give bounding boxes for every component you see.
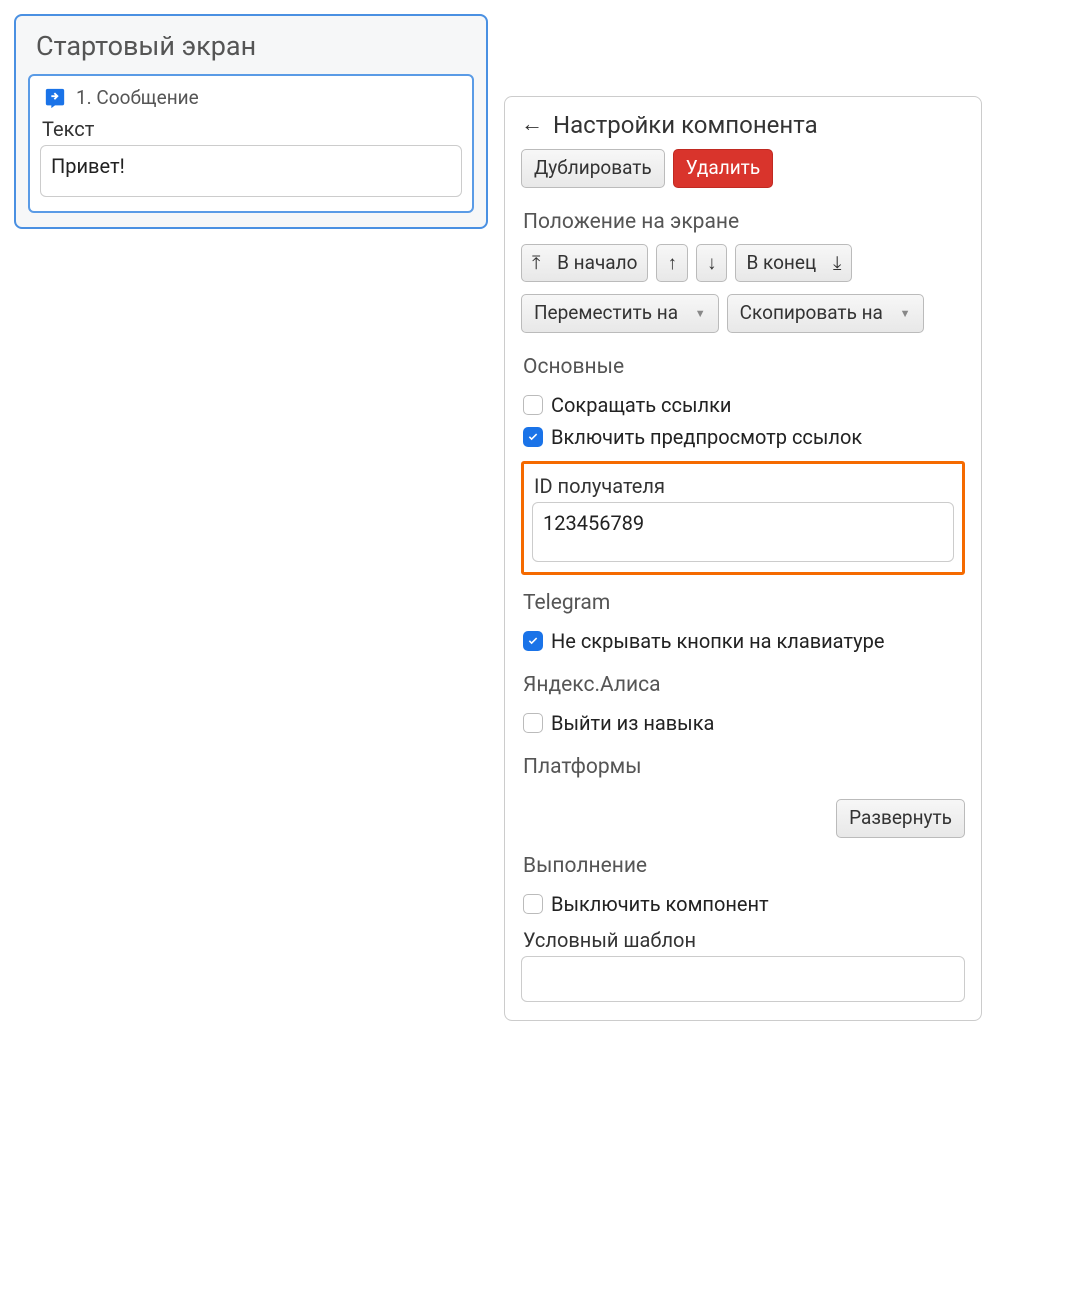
alice-exit-label: Выйти из навыка xyxy=(551,711,714,735)
enable-preview-option[interactable]: Включить предпросмотр ссылок xyxy=(521,421,965,453)
checkbox-checked-icon xyxy=(523,631,543,651)
move-down-button[interactable]: ↓ xyxy=(696,244,728,283)
component-label: 1. Сообщение xyxy=(76,86,199,109)
alice-heading: Яндекс.Алиса xyxy=(521,657,965,707)
text-field-label: Текст xyxy=(40,113,462,145)
template-label: Условный шаблон xyxy=(521,920,965,956)
checkbox-unchecked-icon xyxy=(523,894,543,914)
enable-preview-label: Включить предпросмотр ссылок xyxy=(551,425,862,449)
screen-title: Стартовый экран xyxy=(28,26,474,74)
telegram-heading: Telegram xyxy=(521,575,965,625)
move-to-screen-button[interactable]: Переместить на ▼ xyxy=(521,294,719,333)
checkbox-checked-icon xyxy=(523,427,543,447)
shorten-links-option[interactable]: Сокращать ссылки xyxy=(521,389,965,421)
caret-down-icon: ▼ xyxy=(695,307,706,321)
settings-title: Настройки компонента xyxy=(553,111,818,139)
main-heading: Основные xyxy=(521,339,965,389)
duplicate-button[interactable]: Дублировать xyxy=(521,149,665,188)
message-component[interactable]: 1. Сообщение Текст Привет! xyxy=(28,74,474,213)
recipient-id-highlight: ID получателя 123456789 xyxy=(521,461,965,575)
checkbox-unchecked-icon xyxy=(523,395,543,415)
position-heading: Положение на экране xyxy=(521,194,965,244)
arrow-down-icon: ↓ xyxy=(707,251,717,276)
expand-platforms-button[interactable]: Развернуть xyxy=(836,799,965,838)
component-settings-panel: ← Настройки компонента Дублировать Удали… xyxy=(504,96,982,1021)
disable-component-label: Выключить компонент xyxy=(551,892,769,916)
back-arrow-icon: ← xyxy=(521,114,545,136)
move-up-button[interactable]: ↑ xyxy=(656,244,688,283)
recipient-id-label: ID получателя xyxy=(532,470,954,502)
move-to-start-button[interactable]: ⤒ В начало xyxy=(521,244,648,283)
alice-exit-option[interactable]: Выйти из навыка xyxy=(521,707,965,739)
arrow-down-bar-icon: ⤓ xyxy=(833,251,841,276)
copy-to-screen-button[interactable]: Скопировать на ▼ xyxy=(727,294,924,333)
settings-header[interactable]: ← Настройки компонента xyxy=(521,111,965,149)
move-to-end-button[interactable]: В конец ⤓ xyxy=(735,244,852,283)
shorten-links-label: Сокращать ссылки xyxy=(551,393,731,417)
delete-button[interactable]: Удалить xyxy=(673,149,773,188)
platforms-heading: Платформы xyxy=(521,739,965,789)
component-header: 1. Сообщение xyxy=(40,84,462,113)
execution-heading: Выполнение xyxy=(521,838,965,888)
disable-component-option[interactable]: Выключить компонент xyxy=(521,888,965,920)
checkbox-unchecked-icon xyxy=(523,713,543,733)
arrow-up-bar-icon: ⤒ xyxy=(532,251,540,276)
arrow-up-icon: ↑ xyxy=(667,251,677,276)
telegram-show-buttons-option[interactable]: Не скрывать кнопки на клавиатуре xyxy=(521,625,965,657)
caret-down-icon: ▼ xyxy=(900,307,911,321)
message-text-input[interactable]: Привет! xyxy=(40,145,462,197)
screen-card: Стартовый экран 1. Сообщение Текст Приве… xyxy=(14,14,488,229)
telegram-show-buttons-label: Не скрывать кнопки на клавиатуре xyxy=(551,629,884,653)
recipient-id-input[interactable]: 123456789 xyxy=(532,502,954,562)
template-input[interactable] xyxy=(521,956,965,1002)
message-send-icon xyxy=(44,87,66,109)
